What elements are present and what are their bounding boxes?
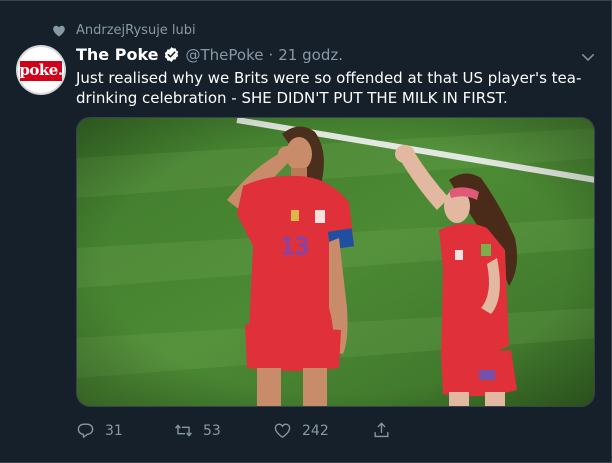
author-name[interactable]: The Poke [76,45,159,64]
social-context-text: AndrzejRysuje lubi [76,23,196,38]
photo-image: 13 [77,118,594,406]
retweet-button[interactable]: 53 [174,421,221,440]
separator-dot: · [268,45,274,64]
retweet-count: 53 [203,422,221,439]
tweet-timestamp[interactable]: 21 godz. [278,46,343,64]
reply-icon [77,423,94,438]
share-button[interactable] [372,421,401,440]
jersey-number: 13 [281,235,309,260]
author-handle[interactable]: @ThePoke [186,46,264,64]
verified-badge-icon [164,47,178,62]
chevron-down-icon[interactable] [579,48,597,66]
avatar[interactable]: the poke. [16,45,66,95]
reply-count: 31 [105,422,123,439]
social-context: AndrzejRysuje lubi [52,23,196,38]
share-icon [374,422,389,438]
retweet-icon [175,424,192,437]
like-count: 242 [302,422,329,439]
tweet-header: The Poke @ThePoke · 21 godz. [76,45,343,64]
tweet-text: Just realised why we Brits were so offen… [76,69,582,107]
reply-button[interactable]: 31 [76,421,123,440]
tweet-card[interactable]: AndrzejRysuje lubi the poke. The Poke @T… [0,0,612,463]
like-button[interactable]: 242 [273,421,329,440]
tweet-photo[interactable]: 13 [76,117,595,407]
heart-icon [53,25,65,37]
the-poke-logo: the poke. [18,47,64,93]
heart-outline-icon [274,423,291,439]
logo-text: poke. [19,61,63,79]
